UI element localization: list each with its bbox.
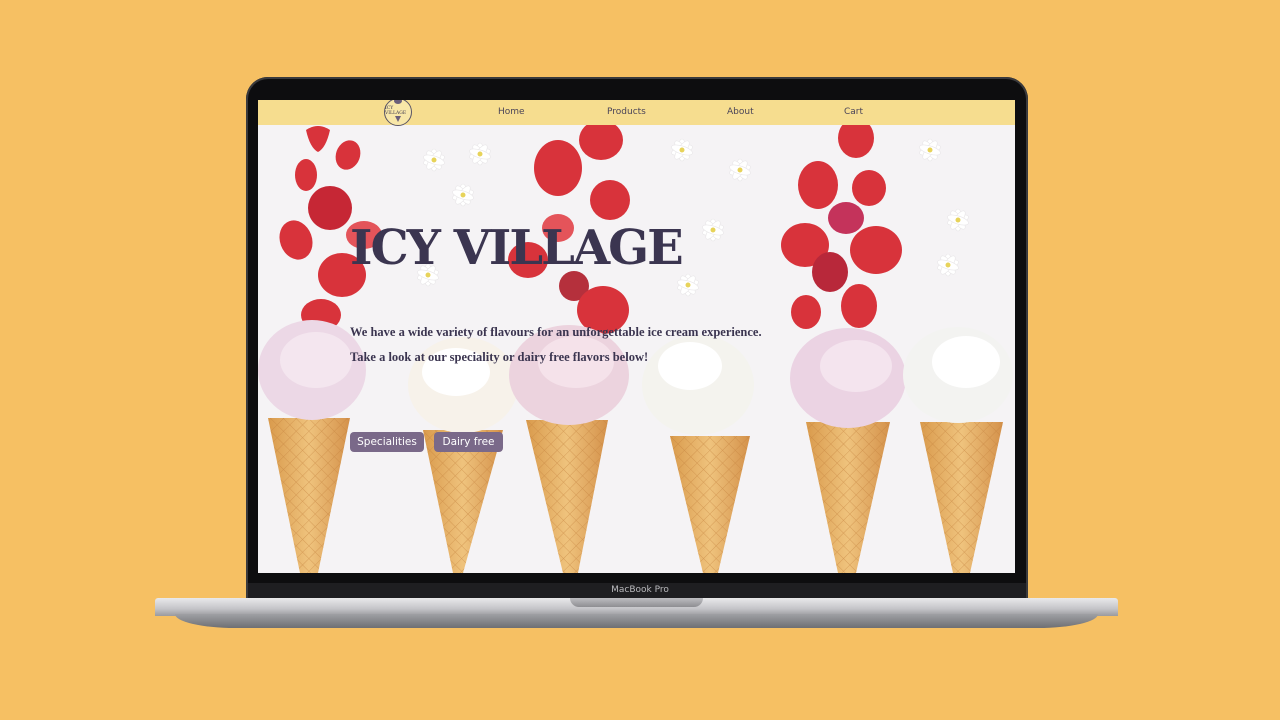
dairy-free-button[interactable]: Dairy free [434, 432, 503, 452]
website-screen: ICY VILLAGE Home Products About Cart ICY… [258, 100, 1015, 573]
device-label: MacBook Pro [611, 585, 669, 595]
hero-description-line-2: Take a look at our speciality or dairy f… [350, 350, 649, 364]
specialities-button[interactable]: Specialities [350, 432, 424, 452]
logo[interactable]: ICY VILLAGE [384, 100, 412, 126]
logo-text: ICY VILLAGE [385, 106, 407, 116]
laptop-notch [570, 598, 703, 607]
hero-description-line-1: We have a wide variety of flavours for a… [350, 325, 762, 339]
hero-title: ICY VILLAGE [350, 220, 684, 276]
laptop-base-bottom [175, 614, 1098, 628]
logo-scoop-icon [394, 100, 402, 104]
nav-cart[interactable]: Cart [844, 107, 863, 117]
navbar: ICY VILLAGE Home Products About Cart [258, 100, 1015, 126]
logo-cone-icon [395, 116, 401, 122]
nav-products[interactable]: Products [607, 107, 646, 117]
nav-home[interactable]: Home [498, 107, 525, 117]
nav-about[interactable]: About [727, 107, 754, 117]
